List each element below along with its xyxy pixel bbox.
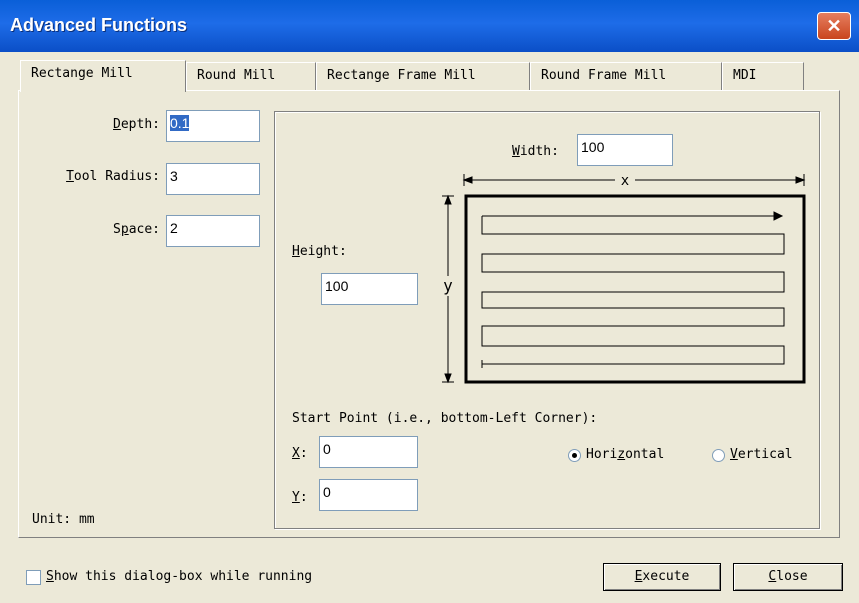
space-input[interactable]: 2 [166, 215, 260, 247]
zigzag-path [481, 215, 785, 365]
y-dimension-label: y [443, 276, 453, 295]
window-title: Advanced Functions [10, 15, 188, 35]
tab-label: Rectange Mill [31, 66, 133, 81]
tool-radius-input[interactable]: 3 [166, 163, 260, 195]
horizontal-label[interactable]: Horizontal [586, 447, 664, 462]
tab-round-mill[interactable]: Round Mill [186, 62, 316, 90]
height-label: Height: [292, 244, 347, 259]
vertical-label[interactable]: Vertical [730, 447, 793, 462]
depth-input[interactable]: 0.1 [166, 110, 260, 142]
tab-mdi[interactable]: MDI [722, 62, 804, 90]
tool-radius-label: Tool Radius: [66, 169, 160, 184]
milling-path-diagram: x y [438, 172, 806, 384]
tab-label: Round Mill [197, 68, 276, 83]
close-window-button[interactable]: ✕ [817, 12, 851, 40]
space-label: Space: [113, 222, 160, 237]
depth-label: Depth: [113, 117, 160, 132]
show-dialog-checkbox[interactable] [26, 570, 41, 585]
execute-button[interactable]: Execute [603, 563, 721, 591]
show-dialog-label[interactable]: Show this dialog-box while running [46, 569, 312, 584]
tab-round-frame-mill[interactable]: Round Frame Mill [530, 62, 722, 90]
tab-label: Round Frame Mill [541, 68, 667, 83]
vertical-radio[interactable] [712, 449, 725, 462]
start-x-input[interactable]: 0 [319, 436, 418, 468]
horizontal-radio[interactable] [568, 449, 581, 462]
unit-label: Unit: mm [32, 512, 95, 527]
close-icon: ✕ [826, 16, 842, 36]
width-label: Width: [512, 144, 559, 159]
start-x-label: X: [292, 446, 308, 461]
workpiece-outline [464, 194, 806, 384]
x-dimension-label: x [621, 173, 629, 189]
tab-label: Rectange Frame Mill [327, 68, 476, 83]
title-bar[interactable]: Advanced Functions ✕ [0, 0, 859, 52]
tab-label: MDI [733, 68, 757, 83]
tab-rectange-mill[interactable]: Rectange Mill [20, 60, 186, 92]
close-button[interactable]: Close [733, 563, 843, 591]
start-point-label: Start Point (i.e., bottom-Left Corner): [292, 411, 598, 426]
tab-rectange-frame-mill[interactable]: Rectange Frame Mill [316, 62, 530, 90]
start-y-input[interactable]: 0 [319, 479, 418, 511]
height-input[interactable]: 100 [321, 273, 418, 305]
width-input[interactable]: 100 [577, 134, 673, 166]
start-y-label: Y: [292, 490, 308, 505]
